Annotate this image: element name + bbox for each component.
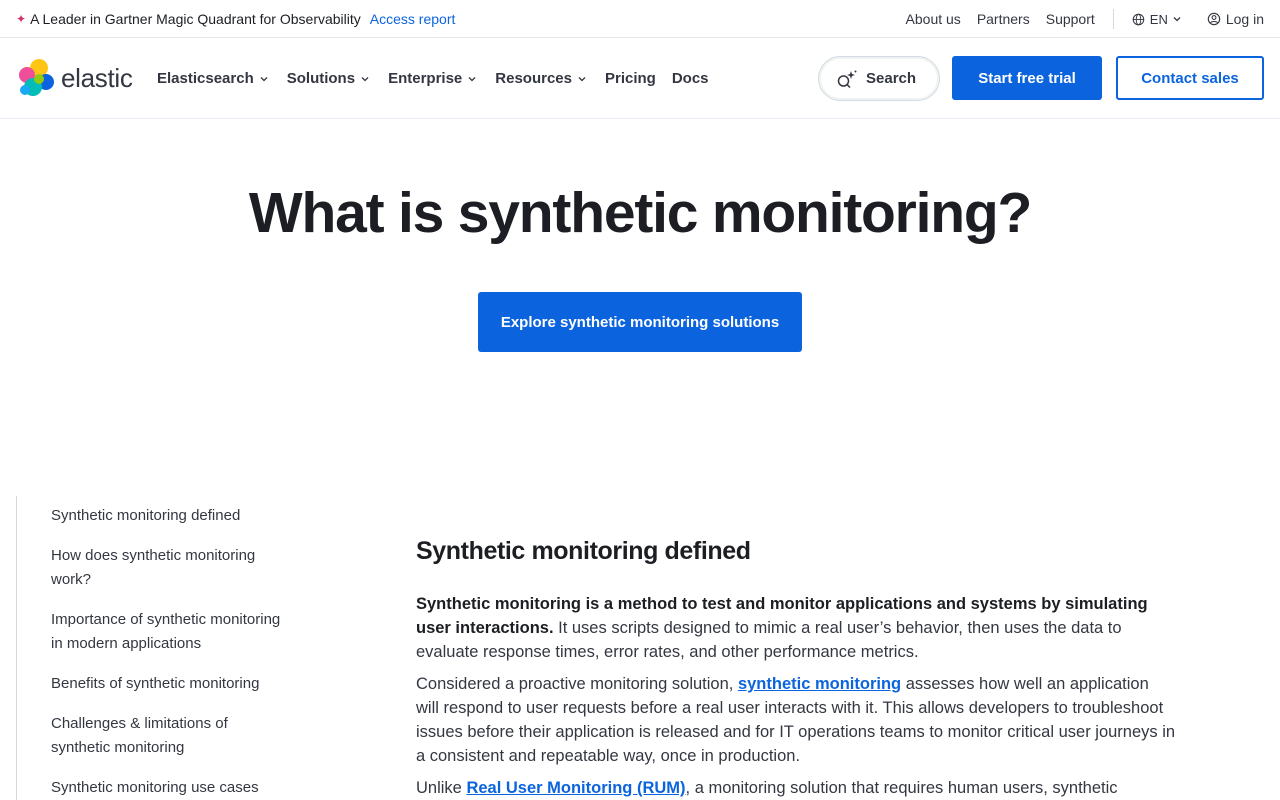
synthetic-monitoring-link[interactable]: synthetic monitoring: [738, 675, 901, 693]
toc-item[interactable]: Synthetic monitoring defined: [51, 504, 291, 528]
menu-enterprise[interactable]: Enterprise: [388, 70, 477, 87]
globe-icon: [1132, 13, 1145, 25]
user-icon: [1207, 12, 1221, 26]
menu-pricing[interactable]: Pricing: [605, 70, 656, 87]
elastic-logo[interactable]: elastic: [17, 58, 133, 98]
menu-label: Enterprise: [388, 70, 463, 87]
about-us-link[interactable]: About us: [906, 11, 961, 27]
contact-sales-button[interactable]: Contact sales: [1116, 56, 1264, 100]
search-button[interactable]: Search: [818, 56, 940, 101]
language-label: EN: [1149, 11, 1168, 27]
language-selector[interactable]: EN: [1132, 12, 1187, 27]
chevron-down-icon: [361, 76, 369, 81]
partners-link[interactable]: Partners: [977, 11, 1030, 27]
elastic-logo-icon: [19, 59, 54, 96]
announcement-bar: ✦ A Leader in Gartner Magic Quadrant for…: [0, 0, 1280, 38]
menu-label: Docs: [671, 70, 709, 87]
paragraph: Unlike Real User Monitoring (RUM), a mon…: [416, 776, 1176, 800]
paragraph-text: Considered a proactive monitoring soluti…: [416, 675, 738, 693]
sparkle-icon: ✦: [16, 12, 27, 26]
toc-item[interactable]: Challenges & limitations of synthetic mo…: [51, 712, 291, 760]
chevron-down-icon: [468, 76, 476, 81]
toc-item[interactable]: Benefits of synthetic monitoring: [51, 672, 291, 696]
table-of-contents: Synthetic monitoring defined How does sy…: [16, 496, 296, 800]
promo-banner: ✦ A Leader in Gartner Magic Quadrant for…: [16, 0, 455, 38]
paragraph-text: , a monitoring solution that requires hu…: [685, 779, 1118, 797]
menu-solutions[interactable]: Solutions: [287, 70, 370, 87]
rum-link[interactable]: Real User Monitoring (RUM): [466, 779, 685, 797]
search-label: Search: [866, 70, 917, 87]
explore-solutions-button[interactable]: Explore synthetic monitoring solutions: [478, 292, 802, 352]
support-link[interactable]: Support: [1046, 11, 1095, 27]
primary-menu: Elasticsearch Solutions Enterprise Resou…: [157, 38, 725, 119]
menu-label: Resources: [495, 70, 572, 87]
chevron-down-icon: [578, 76, 586, 81]
start-free-trial-button[interactable]: Start free trial: [952, 56, 1102, 100]
menu-docs[interactable]: Docs: [672, 70, 709, 87]
paragraph: Synthetic monitoring is a method to test…: [416, 592, 1176, 664]
toc-item[interactable]: Synthetic monitoring use cases: [51, 776, 291, 800]
chevron-down-icon: [260, 76, 268, 81]
menu-label: Solutions: [286, 70, 356, 87]
toc-item[interactable]: Importance of synthetic monitoring in mo…: [51, 608, 291, 656]
access-report-link[interactable]: Access report: [370, 11, 456, 27]
article-body: Synthetic monitoring defined Synthetic m…: [416, 534, 1176, 800]
promo-text: A Leader in Gartner Magic Quadrant for O…: [30, 11, 361, 27]
login-link[interactable]: Log in: [1207, 11, 1264, 27]
toc-item[interactable]: How does synthetic monitoring work?: [51, 544, 291, 592]
topbar-divider: [1112, 9, 1114, 29]
section-heading: Synthetic monitoring defined: [416, 537, 751, 565]
menu-label: Pricing: [604, 70, 656, 87]
menu-elasticsearch[interactable]: Elasticsearch: [157, 70, 269, 87]
paragraph: Considered a proactive monitoring soluti…: [416, 672, 1176, 768]
paragraph-text: Unlike: [416, 779, 467, 797]
chevron-down-icon: [1173, 17, 1181, 22]
utility-links: About us Partners Support EN Log in: [890, 0, 1264, 38]
menu-resources[interactable]: Resources: [495, 70, 587, 87]
page-title: What is synthetic monitoring?: [248, 181, 1032, 245]
menu-label: Elasticsearch: [157, 70, 254, 87]
main-nav: elastic Elasticsearch Solutions Enterpri…: [0, 38, 1280, 119]
logo-wordmark: elastic: [61, 62, 133, 93]
login-label: Log in: [1225, 11, 1264, 27]
ai-search-icon: [837, 70, 857, 88]
